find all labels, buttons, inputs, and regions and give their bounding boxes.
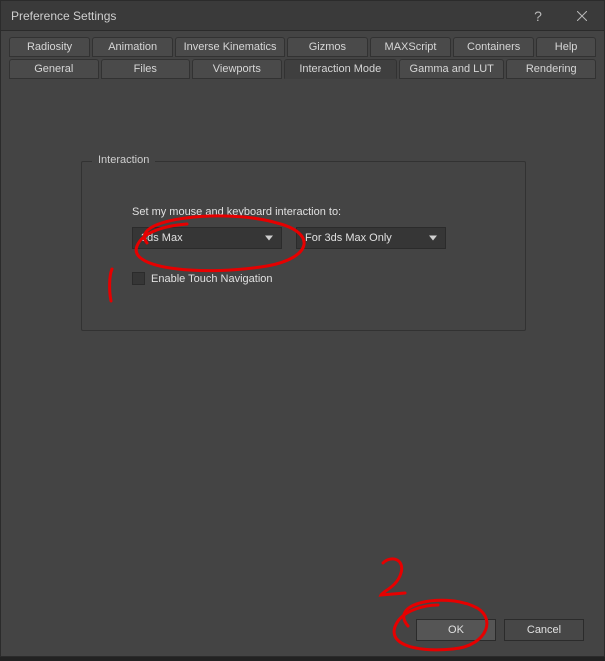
tab-gamma-and-lut[interactable]: Gamma and LUT — [399, 59, 504, 79]
cancel-button[interactable]: Cancel — [504, 619, 584, 641]
interaction-scope-value: For 3ds Max Only — [305, 232, 392, 244]
tab-row-1: Radiosity Animation Inverse Kinematics G… — [9, 37, 596, 57]
enable-touch-checkbox[interactable] — [132, 272, 145, 285]
tab-radiosity[interactable]: Radiosity — [9, 37, 90, 57]
group-title: Interaction — [92, 154, 155, 166]
preference-settings-window: Preference Settings ? Radiosity Animatio… — [0, 0, 605, 657]
interaction-mode-value: 3ds Max — [141, 232, 183, 244]
help-icon: ? — [534, 8, 542, 24]
interaction-group: Interaction Set my mouse and keyboard in… — [81, 161, 526, 331]
titlebar: Preference Settings ? — [1, 1, 604, 31]
tab-animation[interactable]: Animation — [92, 37, 173, 57]
interaction-mode-dropdown[interactable]: 3ds Max — [132, 227, 282, 249]
close-icon — [577, 11, 587, 21]
close-button[interactable] — [560, 1, 604, 31]
tab-row-2: General Files Viewports Interaction Mode… — [9, 59, 596, 79]
chevron-down-icon — [429, 236, 437, 241]
content-area: Interaction Set my mouse and keyboard in… — [1, 81, 604, 656]
window-title: Preference Settings — [11, 9, 516, 23]
dialog-buttons: OK Cancel — [416, 619, 584, 641]
tab-inverse-kinematics[interactable]: Inverse Kinematics — [175, 37, 285, 57]
tab-help[interactable]: Help — [536, 37, 596, 57]
interaction-prompt: Set my mouse and keyboard interaction to… — [132, 206, 341, 218]
tabs: Radiosity Animation Inverse Kinematics G… — [1, 31, 604, 81]
tab-rendering[interactable]: Rendering — [506, 59, 596, 79]
tab-viewports[interactable]: Viewports — [192, 59, 282, 79]
tab-maxscript[interactable]: MAXScript — [370, 37, 451, 57]
tab-interaction-mode[interactable]: Interaction Mode — [284, 59, 397, 79]
tab-files[interactable]: Files — [101, 59, 191, 79]
tab-containers[interactable]: Containers — [453, 37, 534, 57]
enable-touch-label: Enable Touch Navigation — [151, 273, 273, 285]
help-button[interactable]: ? — [516, 1, 560, 31]
tab-gizmos[interactable]: Gizmos — [287, 37, 368, 57]
chevron-down-icon — [265, 236, 273, 241]
tab-general[interactable]: General — [9, 59, 99, 79]
ok-button[interactable]: OK — [416, 619, 496, 641]
interaction-scope-dropdown[interactable]: For 3ds Max Only — [296, 227, 446, 249]
annotation-mark-2 — [371, 551, 421, 611]
